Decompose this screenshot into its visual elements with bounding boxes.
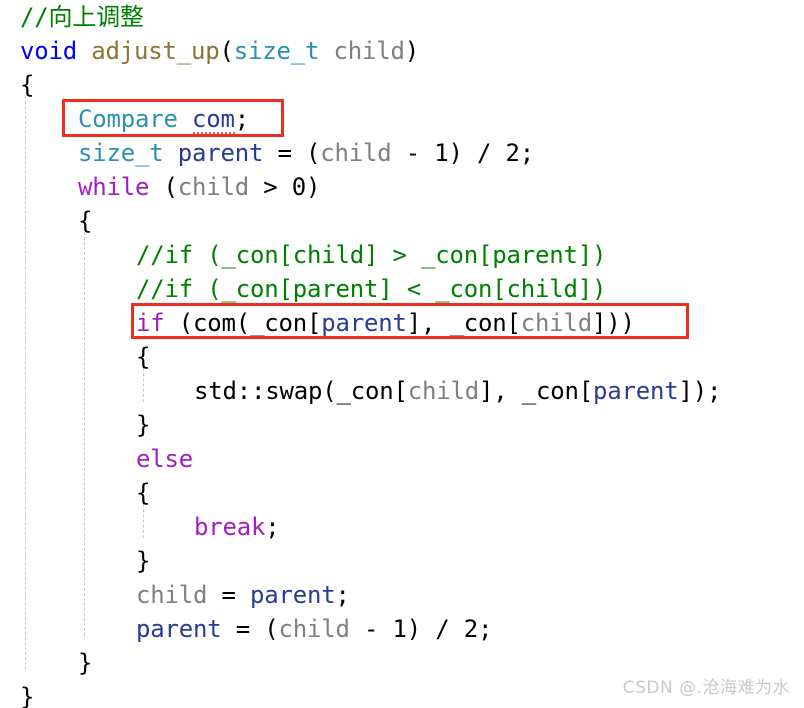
code-line-7[interactable]: { (78, 204, 92, 238)
code-token: //向上调整 (20, 3, 144, 31)
code-token: parent (136, 615, 222, 643)
code-token: com (193, 309, 236, 337)
code-token: ) (404, 37, 419, 65)
code-line-5[interactable]: size_t parent = (child - 1) / 2; (78, 136, 534, 170)
code-token: ( (219, 37, 234, 65)
code-token: } (136, 411, 151, 439)
code-token: void (20, 37, 77, 65)
code-token: - 1) / 2; (349, 615, 493, 643)
code-line-20[interactable]: } (78, 646, 92, 680)
code-line-3[interactable]: { (20, 68, 34, 102)
code-token: ; (335, 581, 350, 609)
code-line-13[interactable]: } (136, 408, 150, 442)
code-token: parent (593, 377, 679, 405)
indent-guide-2 (84, 232, 85, 636)
code-token: { (20, 71, 35, 99)
code-token: child (177, 173, 249, 201)
code-token: ], _con[ (479, 377, 593, 405)
code-token: } (136, 547, 151, 575)
code-token: { (136, 479, 151, 507)
code-token: parent (250, 581, 336, 609)
code-line-12[interactable]: std::swap(_con[child], _con[parent]); (194, 374, 721, 408)
code-token: ], _con[ (406, 309, 521, 337)
code-token: = ( (221, 615, 279, 643)
code-line-4[interactable]: Compare com; (78, 102, 249, 136)
code-line-21[interactable]: } (20, 680, 34, 708)
code-token: child (320, 139, 392, 167)
code-token: child (136, 581, 208, 609)
code-token: size_t (78, 139, 164, 167)
code-token: std::swap(_con[ (194, 377, 408, 405)
code-token: ( (164, 309, 193, 337)
code-line-16[interactable]: break; (194, 510, 280, 544)
code-line-19[interactable]: parent = (child - 1) / 2; (136, 612, 492, 646)
code-token: child (407, 377, 479, 405)
code-line-17[interactable]: } (136, 544, 150, 578)
code-line-15[interactable]: { (136, 476, 150, 510)
code-token: //if (_con[child] > _con[parent]) (136, 241, 607, 269)
code-line-11[interactable]: { (136, 340, 150, 374)
code-line-14[interactable]: else (136, 442, 193, 476)
code-token: ; (234, 105, 249, 133)
code-token: else (136, 445, 193, 473)
code-token: //if (_con[parent] < _con[child]) (136, 275, 607, 303)
code-token: size_t (233, 37, 320, 65)
code-token: ( (149, 173, 178, 201)
code-token: child (333, 37, 405, 65)
code-line-10[interactable]: if (com(_con[parent], _con[child])) (136, 306, 635, 340)
code-token: adjust_up (91, 37, 220, 65)
code-token: while (78, 173, 150, 201)
code-editor-surface[interactable]: //向上调整 void adjust_up(size_t child){Compa… (0, 0, 804, 708)
code-token: parent (177, 139, 264, 167)
code-token: ]); (678, 377, 722, 405)
code-token: { (78, 207, 93, 235)
code-token: com (192, 102, 235, 136)
code-token: = (207, 581, 250, 609)
code-token: > 0) (249, 173, 321, 201)
code-token: (_con[ (235, 309, 322, 337)
code-token: if (136, 309, 165, 337)
code-token: child (520, 309, 592, 337)
code-token: ; (265, 513, 280, 541)
code-token: child (278, 615, 350, 643)
csdn-watermark: CSDN @.沧海难为水 (622, 678, 790, 698)
code-line-6[interactable]: while (child > 0) (78, 170, 320, 204)
code-token: ])) (592, 309, 635, 337)
code-token: parent (321, 309, 407, 337)
code-token: Compare (78, 105, 178, 133)
code-screenshot: //向上调整 void adjust_up(size_t child){Compa… (0, 0, 804, 708)
code-token: } (78, 649, 93, 677)
code-token: = ( (263, 139, 321, 167)
code-line-1[interactable]: //向上调整 (20, 0, 144, 34)
code-token: } (20, 683, 35, 708)
indent-guide-1 (25, 96, 26, 670)
code-token: break (194, 513, 266, 541)
code-line-9[interactable]: //if (_con[parent] < _con[child]) (136, 272, 606, 306)
code-line-2[interactable]: void adjust_up(size_t child) (20, 34, 419, 68)
code-token: - 1) / 2; (391, 139, 534, 167)
code-line-18[interactable]: child = parent; (136, 578, 350, 612)
code-line-8[interactable]: //if (_con[child] > _con[parent]) (136, 238, 606, 272)
code-token: { (136, 343, 151, 371)
